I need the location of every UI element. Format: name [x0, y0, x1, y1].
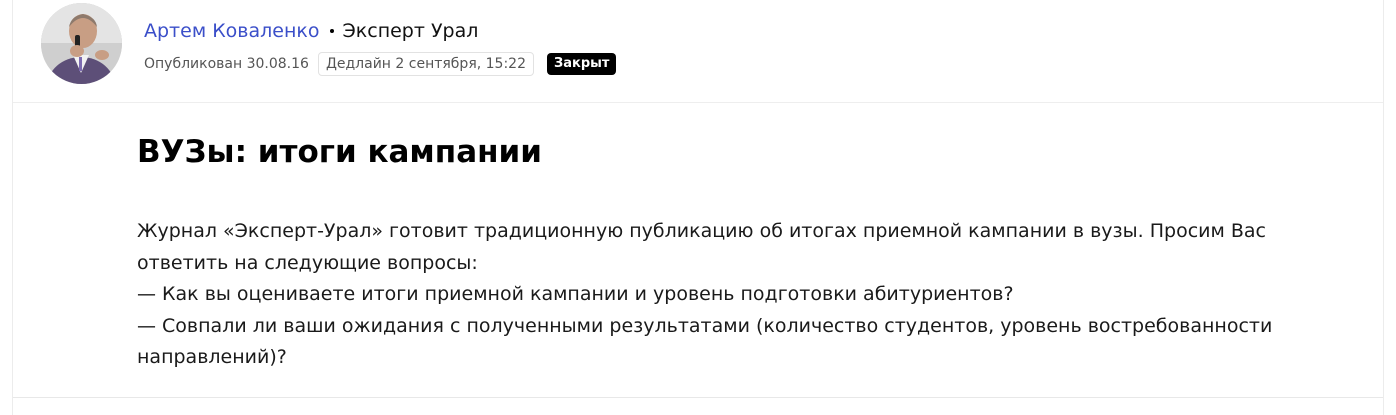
meta-row: Опубликован 30.08.16 Дедлайн 2 сентября,… [144, 51, 617, 76]
avatar-photo [41, 3, 122, 84]
publication-link[interactable]: Эксперт Урал [343, 20, 479, 42]
separator-dot [329, 29, 334, 33]
article-paragraph: Журнал «Эксперт-Урал» готовит традиционн… [137, 220, 1266, 274]
article-paragraph: — Совпали ли ваши ожидания с полученными… [137, 314, 1273, 369]
card-header: Артем Коваленко Эксперт Урал Опубликован… [13, 0, 1383, 103]
article-title: ВУЗы: итоги кампании [137, 134, 542, 170]
article-body: Журнал «Эксперт-Урал» готовит традиционн… [137, 216, 1277, 374]
author-name-link[interactable]: Артем Коваленко [144, 20, 320, 42]
avatar[interactable] [41, 3, 122, 84]
deadline-badge: Дедлайн 2 сентября, 15:22 [317, 51, 534, 76]
divider [13, 397, 1383, 398]
published-date: Опубликован 30.08.16 [144, 55, 309, 72]
article-paragraph: — Как вы оцениваете итоги приемной кампа… [137, 283, 1014, 305]
status-badge: Закрыт [546, 52, 617, 75]
request-card: Артем Коваленко Эксперт Урал Опубликован… [12, 0, 1384, 415]
author-row: Артем Коваленко Эксперт Урал [144, 18, 478, 44]
